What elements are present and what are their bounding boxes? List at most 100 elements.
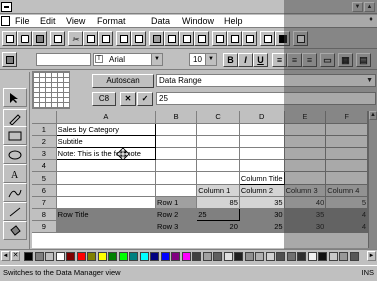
palette-swatch[interactable]	[339, 252, 348, 261]
table-cell[interactable]: 20	[196, 220, 240, 234]
font-name-select[interactable]: T Arial ▼	[93, 53, 163, 66]
spreadsheet-grid[interactable]: A B C D E F 1 Sales by Category 2 Subtit…	[32, 111, 368, 248]
table-cell[interactable]	[239, 159, 285, 173]
palette-swatch[interactable]	[45, 252, 54, 261]
open-file-icon[interactable]	[17, 31, 32, 46]
ellipse-tool-icon[interactable]	[3, 145, 27, 164]
palette-swatch[interactable]	[192, 252, 201, 261]
sheet-view-icon[interactable]	[164, 31, 179, 46]
table-cell[interactable]	[56, 159, 157, 173]
save-icon[interactable]	[32, 31, 47, 46]
row-header[interactable]: 5	[32, 171, 57, 185]
table-cell[interactable]	[325, 147, 368, 161]
restore-icon[interactable]: ♦	[366, 16, 376, 26]
table-cell[interactable]	[239, 135, 285, 149]
palette-swatch[interactable]	[244, 252, 254, 261]
palette-swatch[interactable]	[202, 252, 212, 261]
font-name-dropdown-icon[interactable]: ▼	[151, 54, 162, 65]
table-cell[interactable]: Sales by Category	[55, 122, 157, 136]
menu-format[interactable]: Format	[97, 16, 126, 26]
vertical-scrollbar[interactable]: ▲	[368, 111, 377, 248]
style-select[interactable]	[36, 53, 91, 66]
table-cell[interactable]: Column 1	[196, 184, 240, 197]
font-size-select[interactable]: 10 ▼	[189, 53, 217, 66]
menu-file[interactable]: File	[15, 16, 30, 26]
window-view-icon[interactable]	[194, 31, 209, 46]
column-header-d[interactable]: D	[239, 111, 285, 124]
cancel-entry-button[interactable]: ✕	[120, 92, 136, 106]
table-cell[interactable]: 4	[325, 208, 368, 222]
document-menu-icon[interactable]	[1, 16, 10, 26]
palette-swatch[interactable]	[24, 252, 33, 261]
select-all-corner[interactable]	[32, 111, 57, 124]
fill-tool-icon[interactable]	[3, 221, 27, 240]
chart-gallery-icon[interactable]	[116, 31, 131, 46]
palette-swatch[interactable]	[276, 252, 285, 261]
palette-swatch[interactable]	[234, 252, 243, 261]
table-cell[interactable]	[284, 171, 327, 185]
table-cell[interactable]	[155, 171, 198, 185]
table-cell[interactable]	[56, 184, 157, 197]
palette-swatch[interactable]	[349, 252, 359, 261]
table-cell[interactable]: 35	[239, 196, 285, 210]
row-header[interactable]: 8	[32, 208, 57, 222]
data-view-icon[interactable]	[149, 31, 164, 46]
palette-swatch[interactable]	[307, 252, 317, 261]
column-header-b[interactable]: B	[155, 111, 198, 124]
row-header[interactable]: 7	[32, 196, 57, 210]
palette-swatch[interactable]	[108, 252, 117, 261]
help-pointer-icon[interactable]	[293, 31, 308, 46]
underline-button[interactable]: U	[253, 53, 268, 67]
table-cell[interactable]: 4	[325, 220, 368, 234]
palette-swatch[interactable]	[139, 252, 149, 261]
table-cell[interactable]: 5	[325, 196, 368, 210]
table-cell[interactable]	[155, 123, 198, 136]
menu-help[interactable]: Help	[224, 16, 243, 26]
copy-icon[interactable]	[83, 31, 98, 46]
table-cell[interactable]	[56, 171, 157, 185]
layout-icon[interactable]	[242, 31, 257, 46]
data-range-dropdown-icon[interactable]: ▼	[366, 75, 373, 86]
border-button[interactable]: ▭	[320, 53, 335, 67]
table-cell[interactable]	[239, 147, 285, 161]
table-cell[interactable]	[196, 159, 240, 173]
palette-swatch[interactable]	[223, 252, 233, 261]
row-header[interactable]: 1	[32, 123, 57, 136]
table-cell[interactable]	[56, 220, 157, 234]
column-header-f[interactable]: F	[325, 111, 368, 124]
table-cell[interactable]	[325, 159, 368, 173]
table-cell[interactable]	[325, 123, 368, 136]
style-icon[interactable]	[2, 52, 17, 67]
table-cell[interactable]	[284, 147, 327, 161]
table-icon[interactable]	[227, 31, 242, 46]
palette-swatch[interactable]	[97, 252, 107, 261]
palette-swatch[interactable]	[213, 252, 222, 261]
table-cell[interactable]: Row Title	[56, 208, 157, 222]
column-header-e[interactable]: E	[284, 111, 327, 124]
table-cell[interactable]	[155, 135, 198, 149]
minimize-button[interactable]: ▼	[352, 2, 363, 12]
table-cell[interactable]	[284, 135, 327, 149]
palette-swatch[interactable]	[286, 252, 296, 261]
cell-reference[interactable]: C8	[92, 92, 116, 106]
paste-icon[interactable]	[98, 31, 113, 46]
accept-entry-button[interactable]: ✓	[137, 92, 153, 106]
palette-swatch[interactable]	[34, 252, 44, 261]
frame-icon[interactable]	[260, 31, 275, 46]
table-cell[interactable]	[284, 159, 327, 173]
cell-contents-input[interactable]: 25	[156, 92, 376, 105]
align-right-button[interactable]: ≡	[302, 53, 317, 67]
column-header-c[interactable]: C	[196, 111, 240, 124]
table-cell[interactable]	[196, 123, 240, 136]
table-cell[interactable]: Row 3	[155, 220, 198, 234]
grid-view-icon[interactable]	[179, 31, 194, 46]
data-range-field[interactable]: Data Range ▼	[156, 74, 376, 87]
table-cell[interactable]	[56, 196, 157, 210]
table-cell[interactable]: Column 3	[284, 184, 327, 197]
table-cell[interactable]	[239, 123, 285, 136]
row-header[interactable]: 2	[32, 135, 57, 149]
table-cell[interactable]: Note: This is the footnote	[55, 147, 157, 161]
palette-swatch[interactable]	[150, 252, 159, 261]
new-file-icon[interactable]	[2, 31, 17, 46]
bold-button[interactable]: B	[223, 53, 238, 67]
